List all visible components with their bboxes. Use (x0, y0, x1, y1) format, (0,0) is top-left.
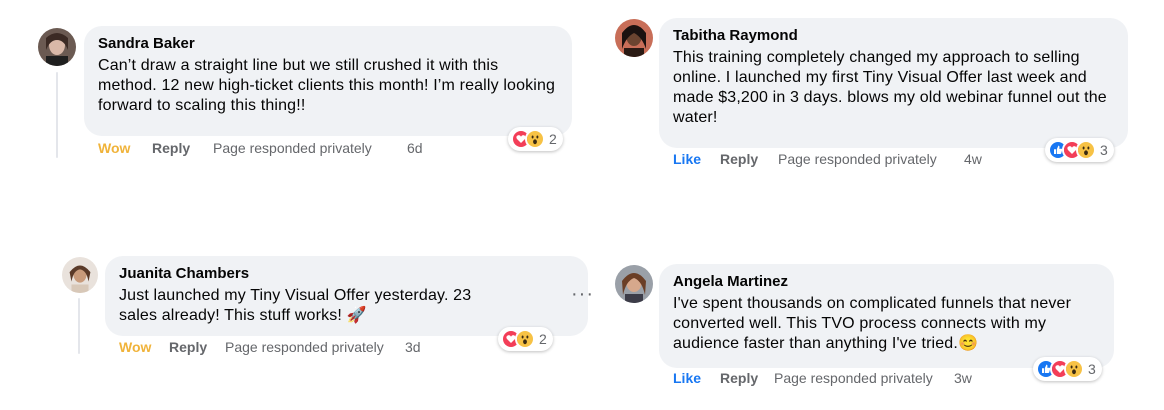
wow-icon (1064, 359, 1084, 379)
comment-text: Just launched my Tiny Visual Offer yeste… (119, 287, 472, 324)
avatar-photo-icon (615, 265, 653, 303)
reaction-count: 3 (1100, 142, 1108, 158)
reaction-summary[interactable]: 2 (498, 327, 553, 351)
comment-timestamp[interactable]: 6d (407, 140, 423, 156)
react-button[interactable]: Wow (98, 140, 152, 156)
comment-timestamp[interactable]: 3w (954, 370, 972, 386)
reaction-summary[interactable]: 3 (1045, 138, 1114, 162)
comment-actions: Wow Reply Page responded privately 3d (119, 339, 421, 355)
thread-line (78, 298, 80, 354)
page-response-note: Page responded privately (225, 339, 384, 355)
react-button[interactable]: Wow (119, 339, 169, 355)
comment-actions: Like Reply Page responded privately 4w (673, 151, 982, 167)
avatar[interactable] (38, 28, 76, 66)
comment-author[interactable]: Sandra Baker (98, 34, 558, 54)
comment-bubble: Juanita Chambers Just launched my Tiny V… (105, 256, 588, 336)
comment-author[interactable]: Angela Martinez (673, 272, 1100, 292)
avatar-photo-icon (615, 19, 653, 57)
page-response-note: Page responded privately (778, 151, 937, 167)
reply-button[interactable]: Reply (720, 151, 778, 167)
avatar-photo-icon (62, 257, 98, 293)
comment-text: I've spent thousands on complicated funn… (673, 295, 1072, 352)
comment-actions: Like Reply Page responded privately 3w (673, 370, 972, 386)
comment-author[interactable]: Tabitha Raymond (673, 26, 1114, 46)
react-button[interactable]: Like (673, 370, 720, 386)
reaction-summary[interactable]: 3 (1033, 357, 1102, 381)
comment-text: Can’t draw a straight line but we still … (98, 57, 556, 114)
comment-timestamp[interactable]: 3d (405, 339, 421, 355)
more-options-icon[interactable]: ··· (571, 283, 594, 306)
reaction-count: 3 (1088, 361, 1096, 377)
comment-actions: Wow Reply Page responded privately 6d (98, 140, 423, 156)
avatar[interactable] (615, 19, 653, 57)
avatar[interactable] (615, 265, 653, 303)
comment-timestamp[interactable]: 4w (964, 151, 982, 167)
reaction-count: 2 (539, 331, 547, 347)
reaction-summary[interactable]: 2 (508, 127, 563, 151)
page-response-note: Page responded privately (213, 140, 372, 156)
react-button[interactable]: Like (673, 151, 720, 167)
reply-button[interactable]: Reply (720, 370, 774, 386)
avatar-photo-icon (38, 28, 76, 66)
comment-bubble: Angela Martinez I've spent thousands on … (659, 264, 1114, 368)
comment-author[interactable]: Juanita Chambers (119, 264, 574, 284)
wow-icon (525, 129, 545, 149)
reply-button[interactable]: Reply (152, 140, 213, 156)
thread-line (56, 72, 58, 158)
comment-bubble: Sandra Baker Can’t draw a straight line … (84, 26, 572, 136)
reaction-count: 2 (549, 131, 557, 147)
comment-bubble: Tabitha Raymond This training completely… (659, 18, 1128, 148)
page-response-note: Page responded privately (774, 370, 933, 386)
comment-text: This training completely changed my appr… (673, 49, 1107, 126)
wow-icon (1076, 140, 1096, 160)
reply-button[interactable]: Reply (169, 339, 225, 355)
avatar[interactable] (62, 257, 98, 293)
wow-icon (515, 329, 535, 349)
